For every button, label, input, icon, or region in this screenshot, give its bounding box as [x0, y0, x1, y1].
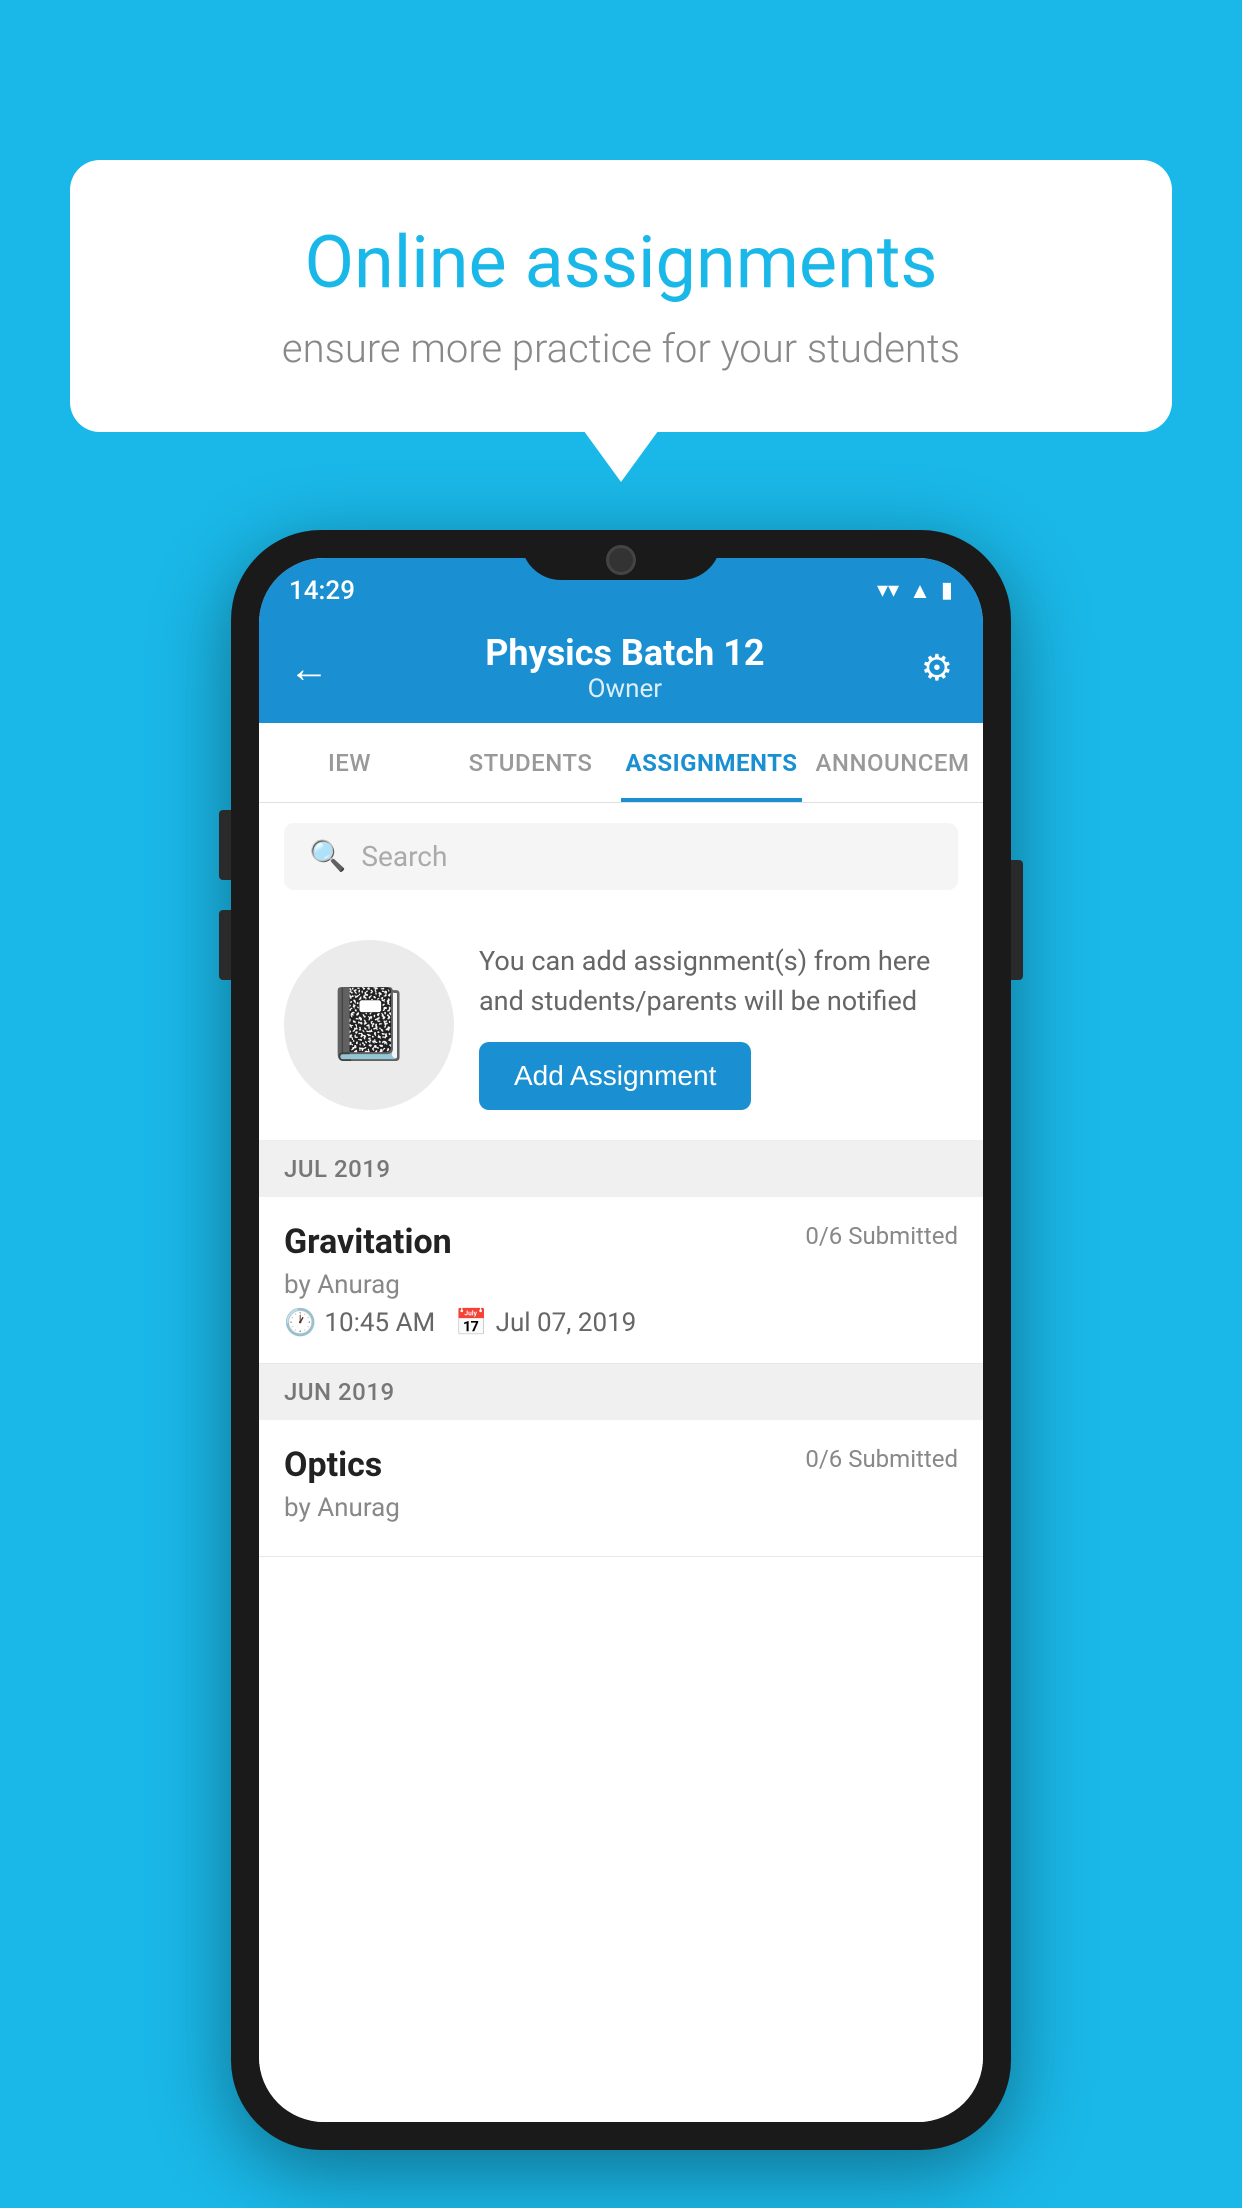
status-time: 14:29 — [289, 576, 355, 606]
assignment-submitted: 0/6 Submitted — [805, 1445, 958, 1473]
tab-assignments[interactable]: ASSIGNMENTS — [621, 723, 802, 802]
assignment-name: Optics — [284, 1445, 382, 1485]
search-icon: 🔍 — [309, 839, 346, 874]
assignment-item-gravitation[interactable]: Gravitation 0/6 Submitted by Anurag 🕐 10… — [259, 1197, 983, 1364]
assignment-by: by Anurag — [284, 1493, 958, 1523]
settings-button[interactable]: ⚙ — [921, 647, 953, 689]
assignment-by: by Anurag — [284, 1270, 958, 1300]
assignment-row: Gravitation 0/6 Submitted — [284, 1222, 958, 1262]
phone-outer: 14:29 ▾▾ ▲ ▮ ← Physics Batch 12 Owner ⚙ … — [231, 530, 1011, 2150]
tab-iew[interactable]: IEW — [259, 723, 440, 802]
assignment-item-optics[interactable]: Optics 0/6 Submitted by Anurag — [259, 1420, 983, 1557]
assignment-submitted: 0/6 Submitted — [805, 1222, 958, 1250]
phone-notch — [521, 530, 721, 580]
add-assignment-button[interactable]: Add Assignment — [479, 1042, 751, 1110]
app-header: ← Physics Batch 12 Owner ⚙ — [259, 613, 983, 723]
content-area: 🔍 Search 📓 You can add assignment(s) fro… — [259, 803, 983, 2122]
page-title: Physics Batch 12 — [485, 632, 764, 674]
assignment-time: 🕐 10:45 AM — [284, 1308, 435, 1338]
front-camera — [606, 545, 636, 575]
section-header-jun: JUN 2019 — [259, 1364, 983, 1420]
search-container: 🔍 Search — [259, 803, 983, 910]
section-header-jul: JUL 2019 — [259, 1141, 983, 1197]
power-button — [1011, 860, 1023, 980]
search-bar[interactable]: 🔍 Search — [284, 823, 958, 890]
phone-screen: 14:29 ▾▾ ▲ ▮ ← Physics Batch 12 Owner ⚙ … — [259, 558, 983, 2122]
clock-icon: 🕐 — [284, 1308, 316, 1338]
header-center: Physics Batch 12 Owner — [485, 632, 764, 704]
speech-bubble: Online assignments ensure more practice … — [70, 160, 1172, 432]
search-input[interactable]: Search — [361, 840, 447, 873]
header-subtitle: Owner — [485, 674, 764, 704]
empty-state-icon: 📓 — [284, 940, 454, 1110]
tab-students[interactable]: STUDENTS — [440, 723, 621, 802]
empty-state-content: You can add assignment(s) from here and … — [479, 941, 958, 1110]
bubble-subtitle: ensure more practice for your students — [140, 325, 1102, 372]
assignment-row: Optics 0/6 Submitted — [284, 1445, 958, 1485]
notebook-icon: 📓 — [325, 984, 412, 1066]
back-button[interactable]: ← — [289, 645, 329, 692]
tab-bar: IEW STUDENTS ASSIGNMENTS ANNOUNCEM — [259, 723, 983, 803]
empty-state: 📓 You can add assignment(s) from here an… — [259, 910, 983, 1141]
calendar-icon: 📅 — [455, 1308, 487, 1338]
date-value: Jul 07, 2019 — [496, 1308, 637, 1338]
signal-icon: ▲ — [909, 578, 931, 604]
assignment-date: 📅 Jul 07, 2019 — [455, 1308, 636, 1338]
time-value: 10:45 AM — [324, 1308, 435, 1338]
assignment-meta: 🕐 10:45 AM 📅 Jul 07, 2019 — [284, 1308, 958, 1338]
tab-announcements[interactable]: ANNOUNCEM — [802, 723, 983, 802]
wifi-icon: ▾▾ — [877, 578, 899, 603]
battery-icon: ▮ — [941, 578, 953, 603]
volume-down-button — [219, 910, 231, 980]
promo-bubble: Online assignments ensure more practice … — [70, 160, 1172, 432]
empty-state-description: You can add assignment(s) from here and … — [479, 941, 958, 1022]
status-icons: ▾▾ ▲ ▮ — [877, 578, 953, 604]
bubble-title: Online assignments — [140, 220, 1102, 305]
assignment-name: Gravitation — [284, 1222, 452, 1262]
phone-mockup: 14:29 ▾▾ ▲ ▮ ← Physics Batch 12 Owner ⚙ … — [231, 530, 1011, 2150]
volume-up-button — [219, 810, 231, 880]
